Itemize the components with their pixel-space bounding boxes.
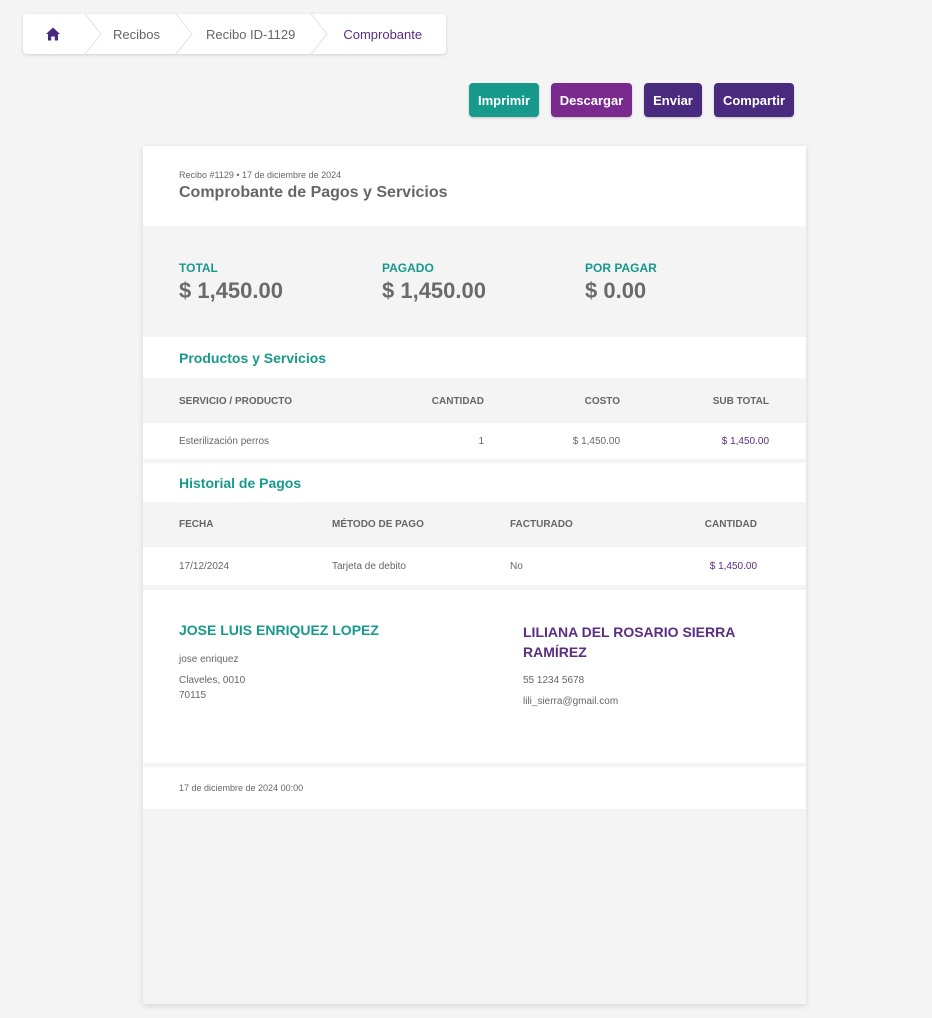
product-cost: $ 1,450.00 [572,436,620,447]
issuer-name: JOSE LUIS ENRIQUEZ LOPEZ [179,622,379,638]
breadcrumb-separator [83,14,103,54]
footer-date: 17 de diciembre de 2024 00:00 [179,783,304,793]
total-value: $ 1,450.00 [179,278,283,303]
product-quantity: 1 [478,436,484,447]
due-label: POR PAGAR [585,261,657,275]
breadcrumb-item-label: Recibo ID-1129 [205,26,296,42]
product-name: Esterilización perros [179,436,270,447]
breadcrumb: Recibos Recibo ID-1129 Comprobante [23,14,446,54]
send-button[interactable]: Enviar [644,83,702,117]
due-value: $ 0.00 [585,278,647,303]
breadcrumb-separator [309,14,329,54]
payments-col-invoiced: FACTURADO [510,519,573,530]
issuer-address-line1: Claveles, 0010 [179,675,246,686]
payment-amount: $ 1,450.00 [709,561,757,572]
print-button[interactable]: Imprimir [469,83,539,117]
products-col-cost: COSTO [584,396,620,407]
payment-date: 17/12/2024 [179,561,230,572]
paid-label: PAGADO [382,261,434,275]
payments-col-date: FECHA [179,519,214,530]
breadcrumb-separator [174,14,194,54]
payments-section-title: Historial de Pagos [179,475,302,491]
breadcrumb-item-recibo-id[interactable]: Recibo ID-1129 [194,14,309,54]
client-email: lili_sierra@gmail.com [523,696,619,707]
home-icon [46,27,60,41]
receipt-meta: Recibo #1129 • 17 de diciembre de 2024 [179,170,342,180]
payment-invoiced: No [510,561,523,572]
products-col-subtotal: SUB TOTAL [712,396,769,407]
payments-col-method: MÉTODO DE PAGO [332,519,424,530]
client-phone: 55 1234 5678 [523,675,585,686]
receipt-title: Comprobante de Pagos y Servicios [179,184,448,201]
breadcrumb-item-label: Comprobante [343,26,423,42]
client-name: LILIANA DEL ROSARIO SIERRA RAMÍREZ [523,624,735,660]
breadcrumb-home[interactable] [23,14,83,54]
receipt-card: Recibo #1129 • 17 de diciembre de 2024 C… [143,146,806,1004]
download-button[interactable]: Descargar [551,83,632,117]
share-button[interactable]: Compartir [714,83,794,117]
total-label: TOTAL [179,261,218,275]
payment-method: Tarjeta de debito [332,561,406,572]
payments-col-amount: CANTIDAD [704,519,757,530]
paid-value: $ 1,450.00 [382,278,486,303]
breadcrumb-item-recibos[interactable]: Recibos [103,14,174,54]
product-subtotal: $ 1,450.00 [721,436,769,447]
products-col-service: SERVICIO / PRODUCTO [179,396,292,407]
breadcrumb-item-comprobante: Comprobante [329,14,422,54]
breadcrumb-item-label: Recibos [113,26,160,42]
issuer-address-line2: 70115 [179,690,207,701]
products-col-quantity: CANTIDAD [431,396,484,407]
products-section-title: Productos y Servicios [179,350,327,366]
issuer-username: jose enriquez [179,654,239,665]
